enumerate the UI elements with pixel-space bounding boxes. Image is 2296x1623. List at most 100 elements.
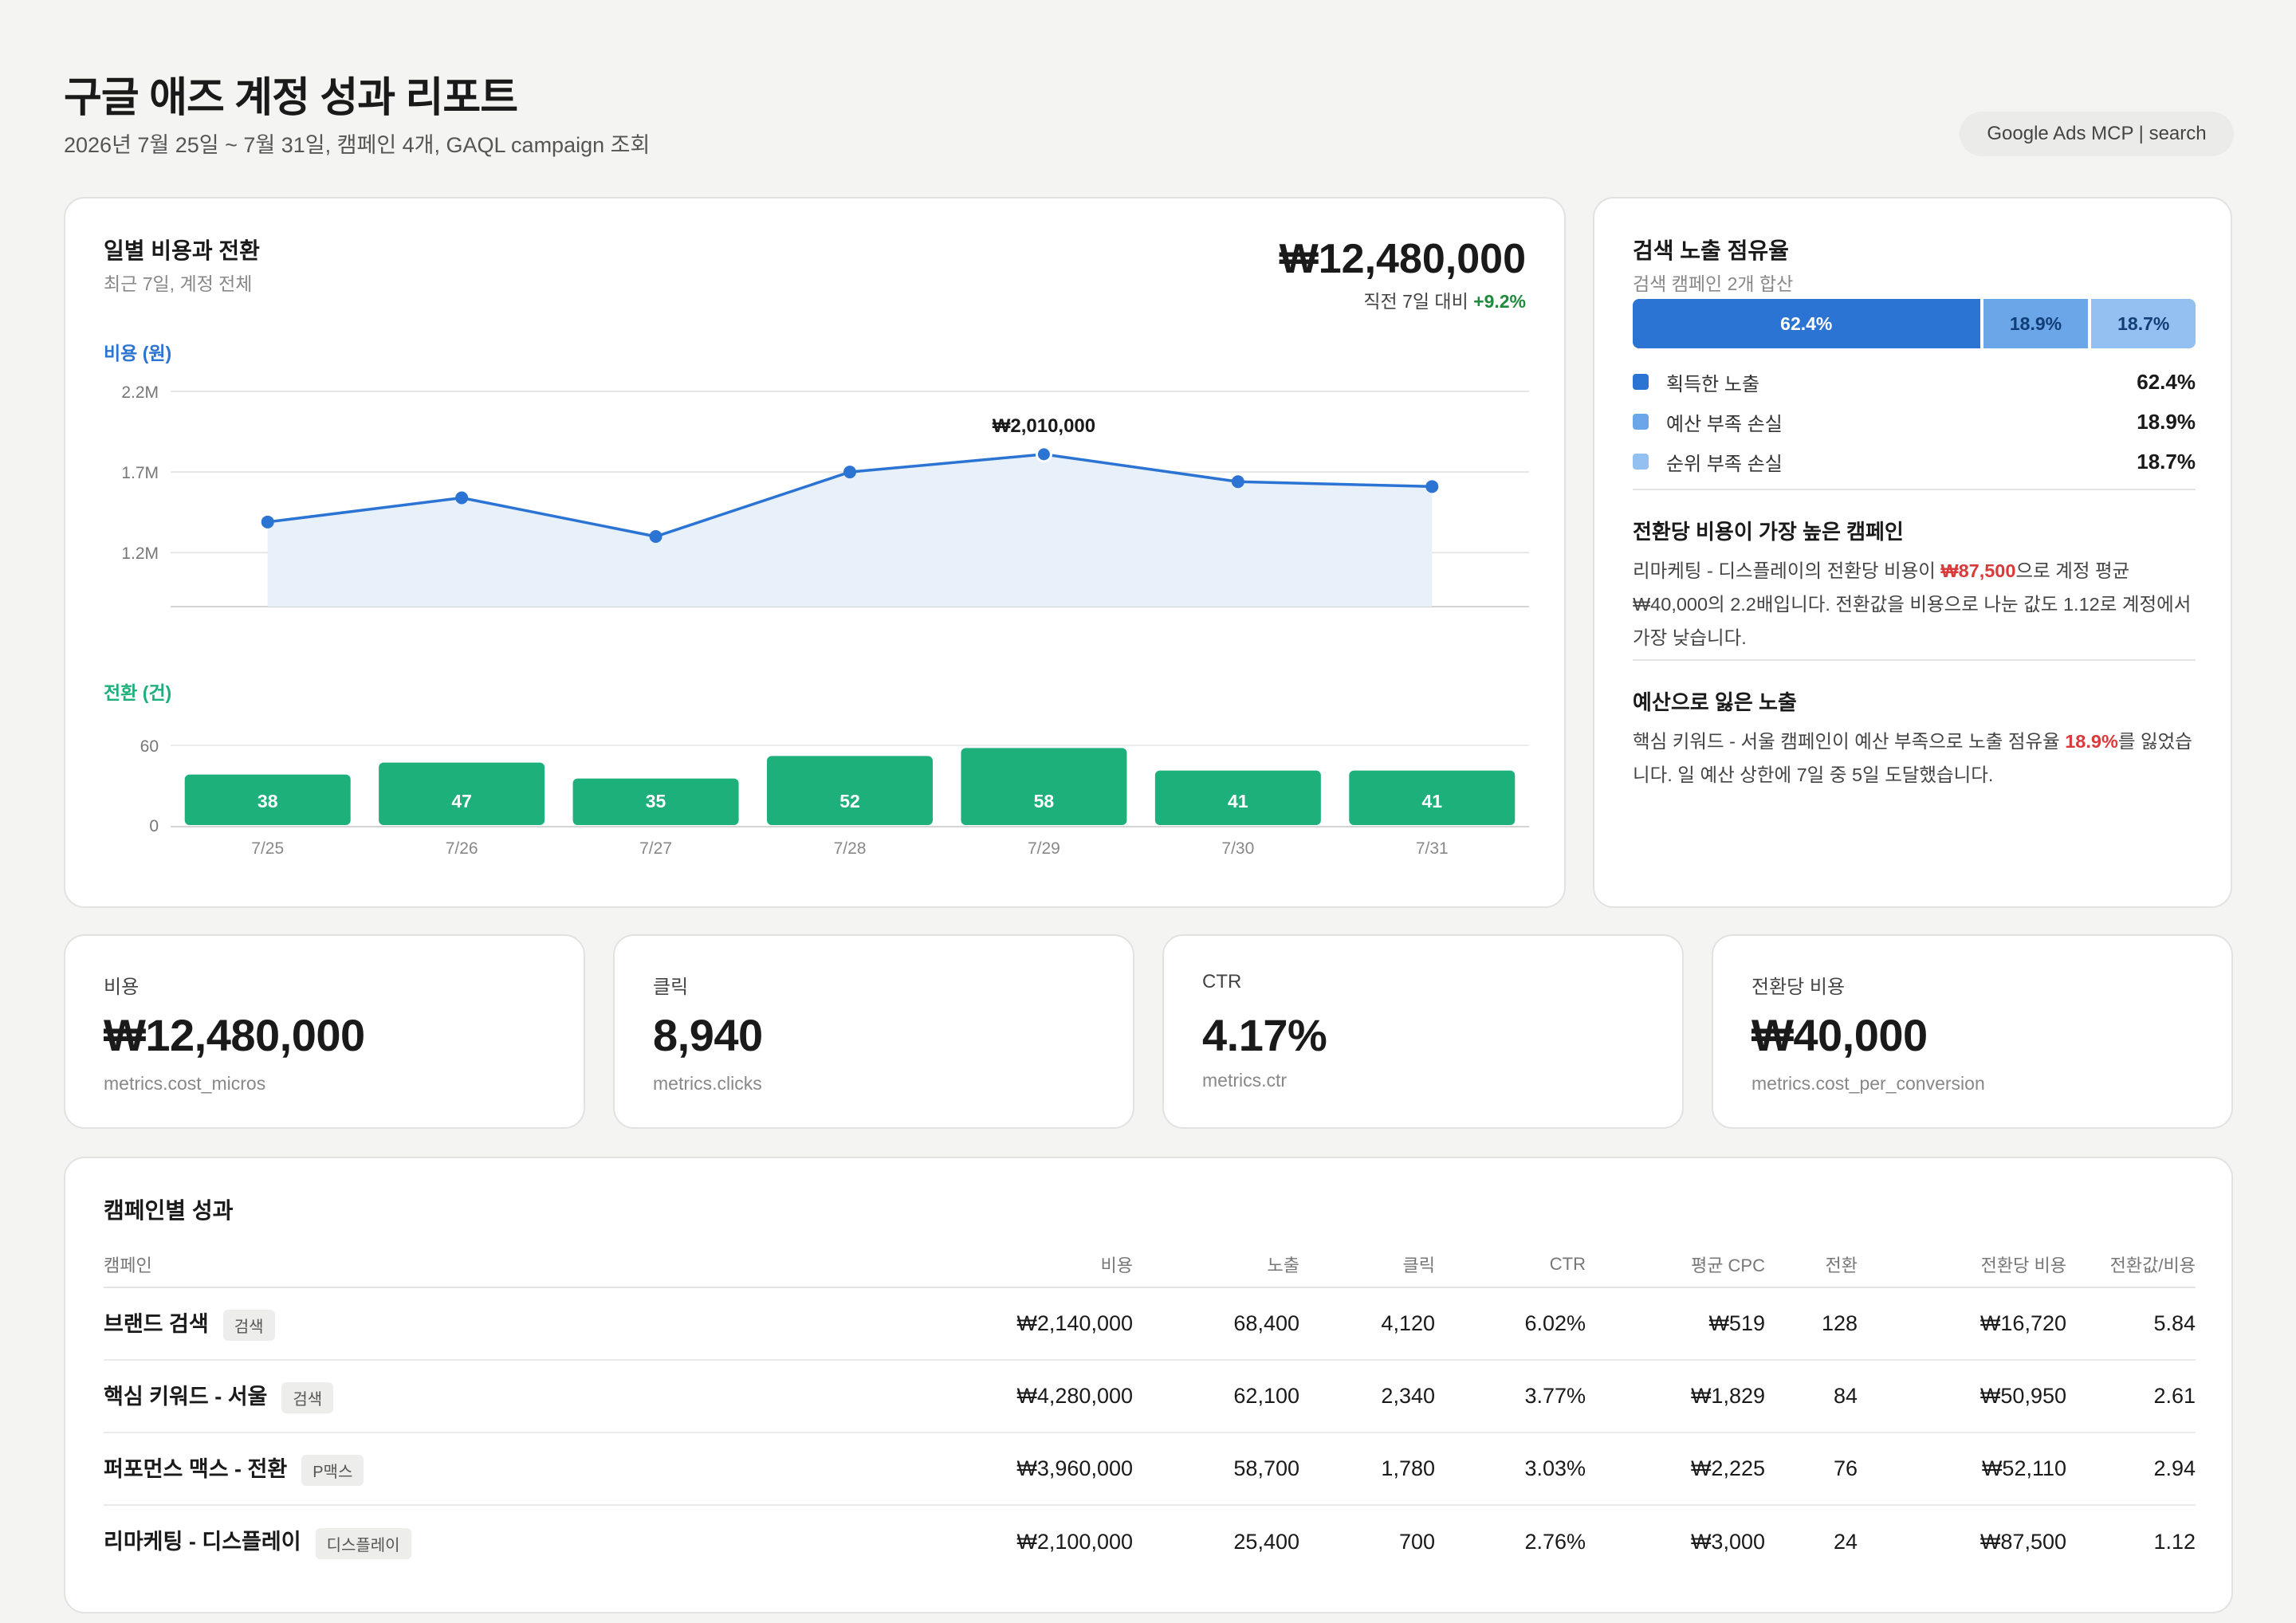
clicks-cell: 2,340 [1299,1360,1435,1433]
legend-label: 순위 부족 손실 [1666,453,1783,475]
cpc-cell: ₩519 [1586,1287,1765,1361]
column-header[interactable]: 평균 CPC [1586,1241,1765,1288]
conv-axis-label: 전환 (건) [104,682,171,703]
cost-point [1425,480,1439,493]
clicks-cell: 4,120 [1299,1287,1435,1361]
share-segment: 18.7% [2091,299,2196,348]
y-tick-label: 60 [140,737,159,756]
campaign-type-tag: P맥스 [301,1455,364,1487]
ctr-cell: 2.76% [1524,1529,1586,1554]
kpi-field: metrics.cost_micros [104,1073,266,1094]
source-badge: Google Ads MCP | search [1960,112,2234,156]
ctr-cell: 6.02% [1435,1287,1586,1361]
clicks-cell: 700 [1398,1529,1435,1554]
legend-value: 18.7% [2137,449,2196,474]
y-tick-label: 0 [149,817,159,835]
x-tick-label: 7/25 [251,839,284,858]
kpi-value: ₩40,000 [1751,1010,1928,1060]
table-row[interactable]: 리마케팅 - 디스플레이 디스플레이 ₩2,100,000 25,400 700 … [104,1505,2196,1578]
campaign-name[interactable]: 핵심 키워드 - 서울 [104,1385,267,1409]
legend-label: 획득한 노출 [1666,373,1760,395]
cost-cell: ₩2,100,000 [1016,1529,1133,1554]
divider [1633,489,2196,490]
insight-text: 핵심 키워드 - 서울 캠페인이 예산 부족으로 노출 점유율 [1633,731,2066,752]
column-header[interactable]: 비용 [957,1241,1133,1288]
column-header[interactable]: 전환당 비용 [1858,1241,2066,1288]
impression-share-card: 검색 노출 점유율 검색 캠페인 2개 합산 62.4% 18.9% 18.7% 획… [1593,197,2232,908]
campaign-cell: 리마케팅 - 디스플레이 디스플레이 [104,1505,957,1578]
table-row[interactable]: 브랜드 검색 검색 ₩2,140,000 68,400 4,120 6.02% ₩… [104,1287,2196,1361]
x-tick-label: 7/29 [1028,839,1060,858]
y-tick-label: 1.7M [121,464,159,482]
daily-chart: 비용 (원) 전환 (건) 1.2M 1.7M 2.2M ₩2,010,000 0 60… [104,343,1529,858]
daily-chart-card: 일별 비용과 전환 최근 7일, 계정 전체 ₩12,480,000 직전 7일… [64,197,1566,908]
campaign-cell: 퍼포먼스 맥스 - 전환 P맥스 [104,1432,957,1506]
insight-title-cpa: 전환당 비용이 가장 높은 캠페인 [1633,520,1904,544]
bar-value-label: 58 [1034,791,1055,812]
kpi-label: 클릭 [653,977,689,998]
table-header-row: 캠페인 비용 노출 클릭 CTR 평균 CPC 전환 전환당 비용 전환값/비용 [104,1241,2196,1288]
conversions-cell: 84 [1765,1360,1858,1433]
table-row[interactable]: 핵심 키워드 - 서울 검색 ₩4,280,000 62,100 2,340 3.… [104,1360,2196,1433]
impressions-cell: 62,100 [1133,1360,1299,1433]
insight-text: 리마케팅 - 디스플레이의 전환당 비용이 [1633,560,1941,581]
cost-cell: ₩2,140,000 [957,1287,1133,1361]
kpi-card-cpa: 전환당 비용 ₩40,000 metrics.cost_per_conversi… [1712,934,2233,1129]
kpi-card-ctr: CTR 4.17% metrics.ctr [1162,934,1684,1129]
cost-point [261,515,274,529]
legend-label: 예산 부족 손실 [1666,413,1783,435]
page-subtitle: 2026년 7월 25일 ~ 7월 31일, 캠페인 4개, GAQL camp… [64,133,651,157]
kpi-card-cost: 비용 ₩12,480,000 metrics.cost_micros [64,934,585,1129]
campaign-type-tag: 검색 [281,1382,334,1414]
insight-highlight: ₩87,500 [1940,560,2016,581]
campaign-name[interactable]: 브랜드 검색 [104,1312,209,1336]
page-title: 구글 애즈 계정 성과 리포트 [64,75,518,121]
insight-title-budget: 예산으로 잃은 노출 [1633,690,1797,714]
table-row[interactable]: 퍼포먼스 맥스 - 전환 P맥스 ₩3,960,000 58,700 1,780 … [104,1432,2196,1506]
insight-highlight: 18.9% [2065,731,2118,752]
column-header[interactable]: 클릭 [1299,1241,1435,1288]
impressions-cell: 25,400 [1233,1529,1299,1554]
campaign-table-card: 캠페인별 성과 캠페인 비용 노출 클릭 CTR 평균 CPC 전환 전환당 비… [64,1157,2233,1613]
column-header[interactable]: 전환값/비용 [2066,1241,2196,1288]
impressions-cell: 58,700 [1133,1432,1299,1506]
legend-swatch [1633,374,1649,390]
cost-axis-label: 비용 (원) [104,343,171,364]
campaign-name[interactable]: 리마케팅 - 디스플레이 [104,1530,301,1554]
conversions-cell: 24 [1833,1529,1858,1554]
kpi-value: 4.17% [1202,1010,1327,1060]
campaign-type-tag: 디스플레이 [315,1527,411,1559]
roas-cell: 5.84 [2066,1287,2196,1361]
bar-value-label: 47 [451,791,472,812]
y-tick-label: 1.2M [121,544,159,563]
column-header[interactable]: 캠페인 [104,1241,957,1288]
kpi-card-clicks: 클릭 8,940 metrics.clicks [613,934,1134,1129]
bar-value-label: 38 [258,791,278,812]
column-header[interactable]: 전환 [1765,1241,1858,1288]
x-tick-label: 7/31 [1416,839,1449,858]
campaign-type-tag: 검색 [222,1310,275,1342]
y-tick-label: 2.2M [121,383,159,402]
ctr-cell: 3.03% [1435,1432,1586,1506]
x-tick-label: 7/27 [639,839,672,858]
column-header[interactable]: 노출 [1133,1241,1299,1288]
cpc-cell: ₩1,829 [1586,1360,1765,1433]
share-subtitle: 검색 캠페인 2개 합산 [1633,273,1794,294]
impression-share-bar: 62.4% 18.9% 18.7% [1633,299,2196,348]
share-title: 검색 노출 점유율 [1633,238,1789,263]
cpa-cell: ₩50,950 [1858,1360,2066,1433]
bar-value-label: 35 [646,791,666,812]
x-tick-label: 7/30 [1221,839,1254,858]
kpi-field: metrics.cost_per_conversion [1751,1073,1985,1094]
impressions-cell: 68,400 [1133,1287,1299,1361]
cpc-cell: ₩3,000 [1690,1529,1765,1554]
roas-cell: 1.12 [2153,1529,2196,1554]
campaign-name[interactable]: 퍼포먼스 맥스 - 전환 [104,1457,287,1481]
cpa-cell: ₩52,110 [1858,1432,2066,1506]
kpi-label: CTR [1202,971,1242,992]
peak-annotation: ₩2,010,000 [993,415,1095,437]
legend-item: 획득한 노출 62.4% [1633,366,2196,398]
column-header[interactable]: CTR [1435,1241,1586,1288]
insight-body-budget: 핵심 키워드 - 서울 캠페인이 예산 부족으로 노출 점유율 18.9%를 잃… [1633,725,2196,792]
cost-point [455,491,469,505]
